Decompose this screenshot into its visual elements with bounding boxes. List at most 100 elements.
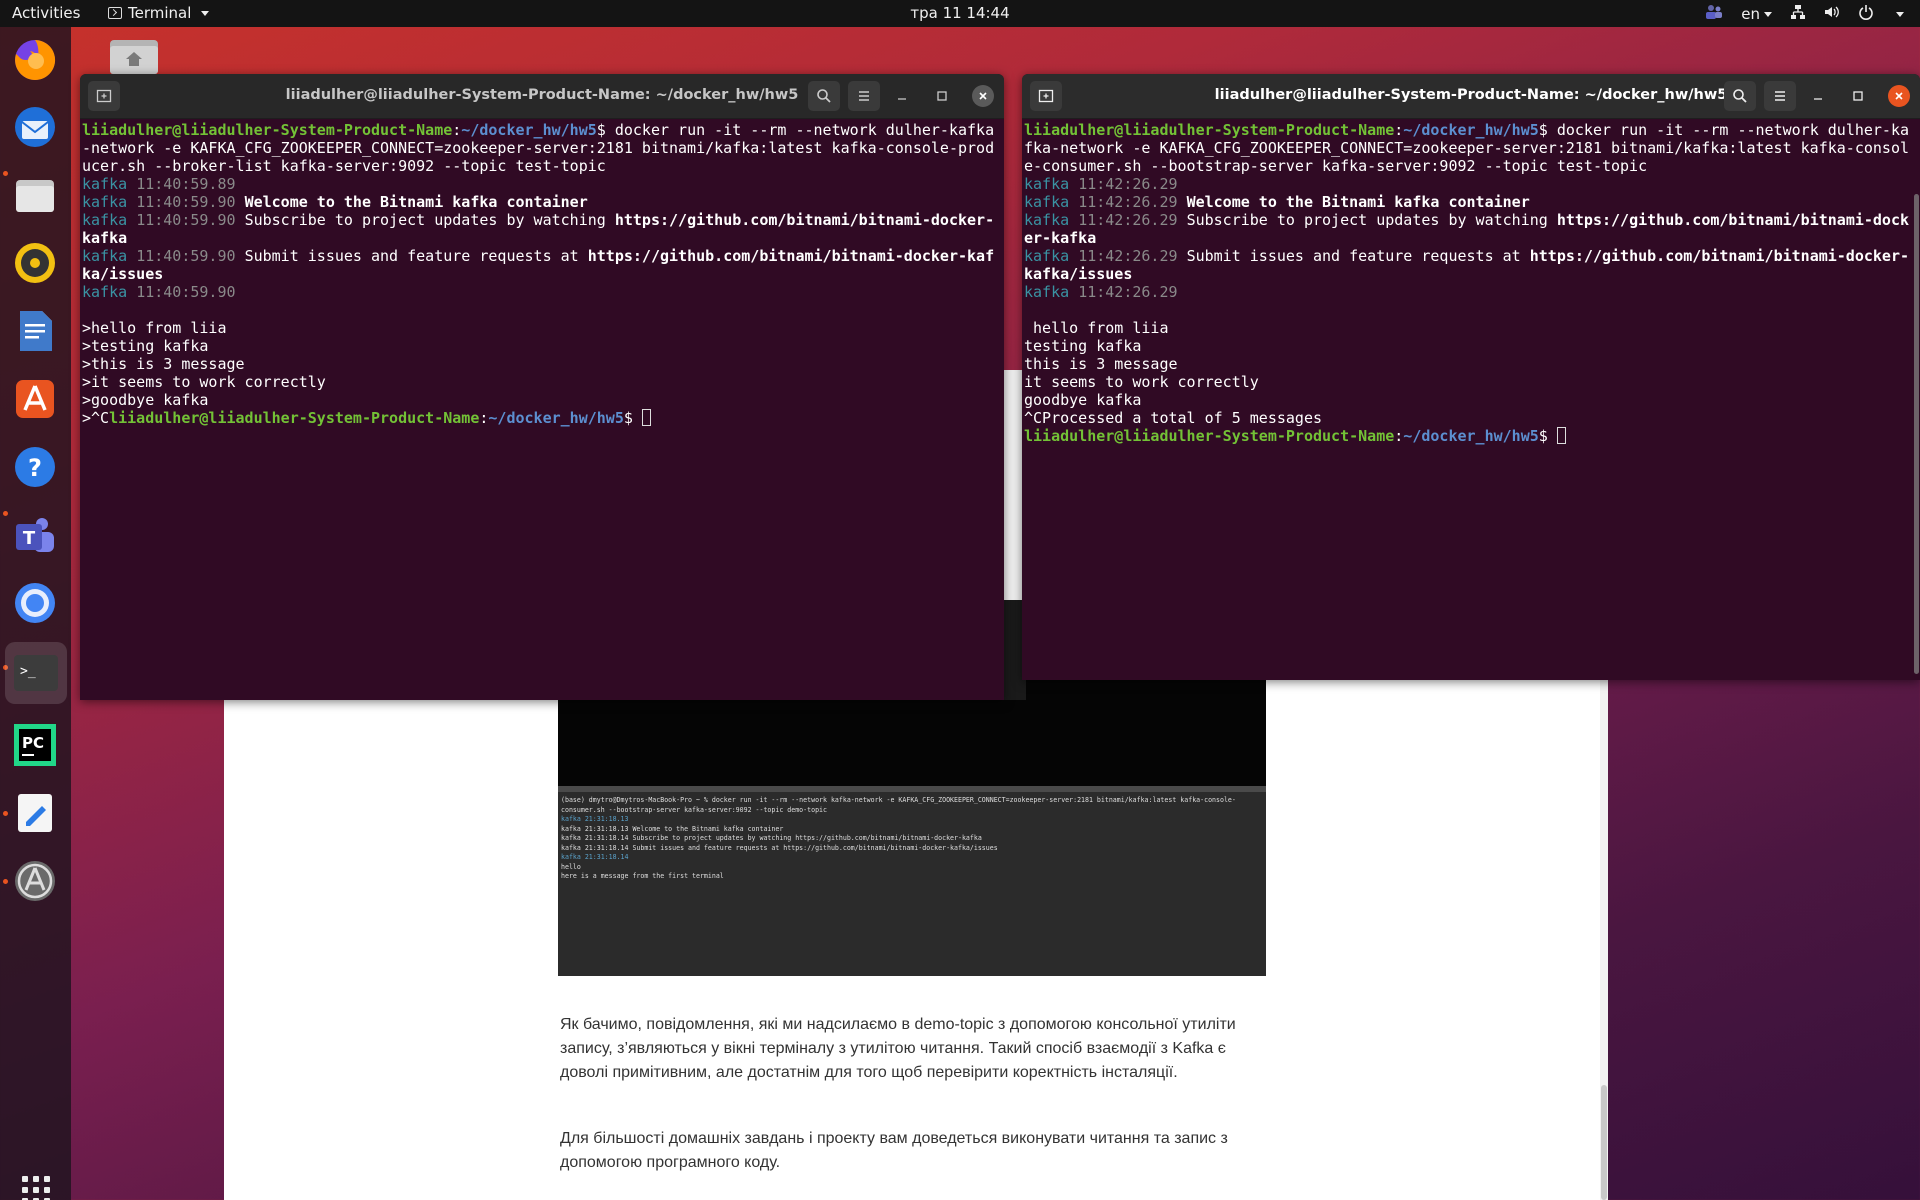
message-line: goodbye kafka bbox=[1024, 391, 1142, 409]
clock[interactable]: тра 11 14:44 bbox=[0, 4, 1920, 22]
system-tray: en bbox=[1705, 4, 1904, 24]
pycharm-icon[interactable]: PC bbox=[11, 721, 59, 769]
log-line: kafka 11:40:59.89 bbox=[82, 175, 236, 193]
page-scrollbar[interactable] bbox=[1600, 680, 1608, 1200]
close-button[interactable] bbox=[1888, 85, 1910, 107]
message-line: >testing kafka bbox=[82, 337, 209, 355]
message-line: >goodbye kafka bbox=[82, 391, 209, 409]
running-indicator bbox=[3, 511, 8, 516]
log-line: kafka bbox=[82, 229, 128, 247]
search-button[interactable] bbox=[808, 81, 840, 111]
network-icon[interactable] bbox=[1790, 4, 1806, 24]
titlebar[interactable]: liiadulher@liiadulher-System-Product-Nam… bbox=[80, 74, 1004, 119]
hamburger-menu-button[interactable] bbox=[1764, 81, 1796, 111]
search-button[interactable] bbox=[1724, 81, 1756, 111]
scrollbar-thumb[interactable] bbox=[1601, 1085, 1607, 1200]
screenshot-line: kafka 21:31:18.13 bbox=[561, 815, 629, 823]
text-cursor bbox=[641, 409, 651, 426]
log-line: kafka 11:42:26.29 bbox=[1024, 283, 1178, 301]
chevron-down-icon bbox=[1764, 12, 1772, 17]
processed-line: ^CProcessed a total of 5 messages bbox=[1024, 409, 1323, 427]
terminal-output[interactable]: liiadulher@liiadulher-System-Product-Nam… bbox=[1022, 119, 1920, 447]
terminal-window-producer[interactable]: liiadulher@liiadulher-System-Product-Nam… bbox=[80, 74, 1004, 700]
running-indicator bbox=[3, 171, 8, 176]
software-updater-icon[interactable] bbox=[11, 857, 59, 905]
teams-tray-icon[interactable] bbox=[1705, 4, 1723, 24]
log-line: kafka 11:40:59.90 Submit issues and feat… bbox=[82, 247, 995, 265]
message-line: testing kafka bbox=[1024, 337, 1142, 355]
teams-icon[interactable]: T bbox=[11, 511, 59, 559]
log-line: kafka 11:40:59.90 bbox=[82, 283, 236, 301]
svg-text:T: T bbox=[23, 528, 36, 549]
command-line: ucer.sh --broker-list kafka-server:9092 … bbox=[82, 157, 606, 175]
article-paragraph: Для більшості домашніх завдань і проекту… bbox=[560, 1130, 1228, 1171]
terminal-icon[interactable]: >_ bbox=[5, 642, 67, 704]
message-line: hello from liia bbox=[1024, 319, 1169, 337]
svg-text:>_: >_ bbox=[20, 664, 36, 679]
message-line: >hello from liia bbox=[82, 319, 227, 337]
command-line: -network -e KAFKA_CFG_ZOOKEEPER_CONNECT=… bbox=[82, 139, 995, 157]
screenshot-line: consumer.sh --bootstrap-server kafka-ser… bbox=[561, 805, 827, 814]
text-editor-icon[interactable] bbox=[11, 789, 59, 837]
chromium-icon[interactable] bbox=[11, 579, 59, 627]
language-selector[interactable]: en bbox=[1741, 5, 1772, 23]
screenshot-line: here is a message from the first termina… bbox=[561, 872, 724, 880]
background-webpage: (base) dmytro@Dmytros-MacBook-Pro ~ % do… bbox=[224, 680, 1608, 1200]
prompt-line: >^Cliiadulher@liiadulher-System-Product-… bbox=[82, 409, 1002, 427]
command-line: liiadulher@liiadulher-System-Product-Nam… bbox=[1024, 121, 1910, 139]
rhythmbox-icon[interactable] bbox=[11, 239, 59, 287]
prompt-line: liiadulher@liiadulher-System-Product-Nam… bbox=[1024, 427, 1918, 445]
minimize-button[interactable] bbox=[1808, 86, 1828, 106]
message-line: this is 3 message bbox=[1024, 355, 1178, 373]
article-paragraph: Як бачимо, повідомлення, які ми надсилає… bbox=[560, 1016, 1236, 1081]
log-line: kafka 11:42:26.29 Welcome to the Bitnami… bbox=[1024, 193, 1530, 211]
svg-text:?: ? bbox=[28, 454, 42, 482]
log-line: kafka 11:40:59.90 Welcome to the Bitnami… bbox=[82, 193, 588, 211]
firefox-icon[interactable] bbox=[11, 35, 59, 83]
hamburger-menu-button[interactable] bbox=[848, 81, 880, 111]
log-line: kafka 11:42:26.29 Submit issues and feat… bbox=[1024, 247, 1910, 265]
language-label: en bbox=[1741, 5, 1760, 23]
svg-text:PC: PC bbox=[22, 734, 44, 752]
minimize-button[interactable] bbox=[892, 86, 912, 106]
show-applications-icon[interactable] bbox=[22, 1176, 50, 1200]
message-line: it seems to work correctly bbox=[1024, 373, 1259, 391]
running-indicator bbox=[3, 879, 8, 884]
help-icon[interactable]: ? bbox=[11, 443, 59, 491]
screenshot-consumer-terminal: (base) dmytro@Dmytros-MacBook-Pro ~ % do… bbox=[558, 786, 1266, 976]
terminal-scrollbar[interactable] bbox=[1914, 194, 1919, 674]
log-line: kafka 11:42:26.29 Subscribe to project u… bbox=[1024, 211, 1910, 229]
files-icon[interactable] bbox=[11, 171, 59, 219]
screenshot-line: kafka 21:31:18.14 bbox=[561, 853, 629, 861]
top-bar: Activities Terminal тра 11 14:44 en bbox=[0, 0, 1920, 27]
log-line: kafka 11:40:59.90 Subscribe to project u… bbox=[82, 211, 995, 229]
terminal-output[interactable]: liiadulher@liiadulher-System-Product-Nam… bbox=[80, 119, 1004, 429]
dock: ? T >_ PC bbox=[0, 27, 71, 1200]
volume-icon[interactable] bbox=[1824, 4, 1840, 24]
app-center-icon[interactable] bbox=[11, 375, 59, 423]
maximize-button[interactable] bbox=[932, 86, 952, 106]
message-line: >it seems to work correctly bbox=[82, 373, 326, 391]
command-line: e-consumer.sh --bootstrap-server kafka-s… bbox=[1024, 157, 1648, 175]
log-line: kafka 11:42:26.29 bbox=[1024, 175, 1178, 193]
terminal-window-consumer[interactable]: liiadulher@liiadulher-System-Product-Nam… bbox=[1022, 74, 1920, 680]
titlebar[interactable]: liiadulher@liiadulher-System-Product-Nam… bbox=[1022, 74, 1920, 119]
message-line: >this is 3 message bbox=[82, 355, 245, 373]
screenshot-line: kafka 21:31:18.14 Subscribe to project u… bbox=[561, 834, 982, 842]
command-line: liiadulher@liiadulher-System-Product-Nam… bbox=[82, 121, 995, 139]
screenshot-line: kafka 21:31:18.13 Welcome to the Bitnami… bbox=[561, 824, 784, 833]
power-icon[interactable] bbox=[1858, 4, 1874, 24]
home-folder-icon[interactable] bbox=[110, 38, 158, 74]
running-indicator bbox=[3, 811, 8, 816]
thunderbird-icon[interactable] bbox=[11, 103, 59, 151]
screenshot-line: hello bbox=[561, 862, 581, 871]
libreoffice-writer-icon[interactable] bbox=[11, 307, 59, 355]
maximize-button[interactable] bbox=[1848, 86, 1868, 106]
close-button[interactable] bbox=[972, 85, 994, 107]
log-line: kafka/issues bbox=[1024, 265, 1133, 283]
screenshot-line: (base) dmytro@Dmytros-MacBook-Pro ~ % do… bbox=[561, 796, 1236, 804]
chevron-down-icon[interactable] bbox=[1896, 11, 1904, 17]
command-line: fka-network -e KAFKA_CFG_ZOOKEEPER_CONNE… bbox=[1024, 139, 1910, 157]
log-line: ka/issues bbox=[82, 265, 164, 283]
